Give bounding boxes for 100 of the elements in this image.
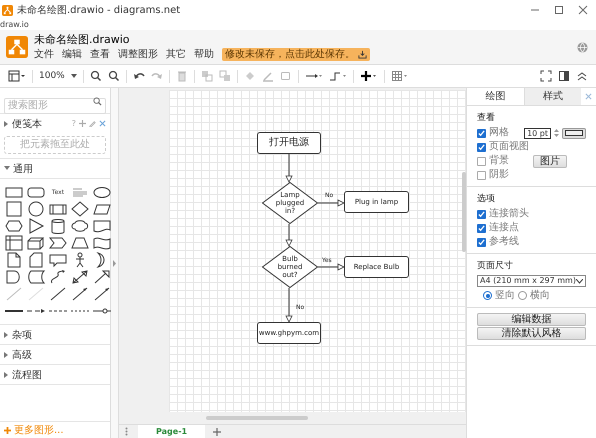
zoom-dropdown[interactable]: 100%: [39, 71, 65, 81]
cube-icon[interactable]: [26, 235, 46, 251]
panel-button[interactable]: 清除默认风格: [477, 327, 586, 340]
menu-item[interactable]: 查看: [90, 48, 110, 61]
checkbox-label[interactable]: 连接点: [489, 222, 519, 234]
arrow-line-icon[interactable]: [92, 286, 112, 302]
radio-button[interactable]: [483, 291, 492, 300]
vertical-scrollbar[interactable]: [462, 172, 466, 252]
horizontal-scrollbar[interactable]: [206, 416, 308, 420]
radio-label[interactable]: 横向: [530, 290, 550, 302]
download-icon: [358, 50, 367, 59]
layout-icon[interactable]: [8, 70, 26, 82]
hexagon-icon[interactable]: [4, 218, 24, 234]
zoom-out-icon[interactable]: [108, 70, 120, 82]
collapse-icon[interactable]: [576, 70, 588, 82]
line-icon[interactable]: [48, 286, 68, 302]
callout-icon[interactable]: [48, 252, 68, 268]
diamond-icon[interactable]: [70, 201, 90, 217]
section-title[interactable]: 便笺本: [12, 116, 42, 130]
cloud-icon[interactable]: [70, 218, 90, 234]
table-icon[interactable]: [390, 70, 409, 82]
section-title[interactable]: 杂项: [12, 328, 32, 342]
section-title[interactable]: 流程图: [12, 368, 42, 382]
checkbox[interactable]: [477, 170, 486, 180]
checkbox[interactable]: [477, 142, 486, 152]
waypoints-icon[interactable]: [328, 70, 347, 82]
paper-size-dropdown[interactable]: A4 (210 mm x 297 mm): [477, 275, 586, 287]
ellipse-icon[interactable]: [92, 184, 112, 200]
radio-button[interactable]: [518, 291, 527, 300]
fill-color-icon[interactable]: [244, 70, 256, 82]
arrow-icon[interactable]: [92, 269, 112, 285]
arrow-line-icon[interactable]: [70, 286, 90, 302]
checkbox-label[interactable]: 页面视图: [489, 141, 529, 153]
section-title[interactable]: 高级: [12, 348, 32, 362]
menu-item[interactable]: 文件: [34, 48, 54, 61]
window-title: 未命名绘图.drawio - diagrams.net: [17, 4, 180, 17]
tape-icon[interactable]: [92, 235, 112, 251]
add-page-icon[interactable]: [213, 428, 222, 436]
trapezoid-icon[interactable]: [70, 235, 90, 251]
splitter-handle-icon[interactable]: [113, 260, 116, 266]
insert-plus-icon[interactable]: [360, 70, 378, 82]
panel-tab[interactable]: 样式: [524, 88, 581, 105]
checkbox-label[interactable]: 网格: [489, 127, 509, 139]
plus-icon[interactable]: [4, 426, 11, 434]
caret-icon[interactable]: [70, 74, 77, 78]
zoom-in-icon[interactable]: [90, 70, 102, 82]
image-button[interactable]: 图片: [533, 154, 567, 168]
square-icon[interactable]: [4, 201, 24, 217]
search-icon: [93, 97, 102, 106]
menu-item[interactable]: 帮助: [194, 48, 214, 61]
menu-item[interactable]: 编辑: [62, 48, 82, 61]
search-field[interactable]: 搜索图形: [4, 98, 106, 114]
connector-arrow[interactable]: [285, 154, 293, 183]
checkbox[interactable]: [477, 128, 486, 138]
menu-item[interactable]: 其它: [166, 48, 186, 61]
line-color-icon[interactable]: [262, 70, 274, 82]
checkbox[interactable]: [477, 156, 486, 166]
data-storage-icon[interactable]: [26, 269, 46, 285]
double-arrow-icon[interactable]: [70, 269, 90, 285]
connector-arrow[interactable]: [285, 224, 293, 247]
panel-button[interactable]: 编辑数据: [477, 313, 586, 326]
radio-label[interactable]: 竖向: [495, 290, 515, 302]
globe-icon[interactable]: [577, 42, 588, 52]
connector-arrow[interactable]: [318, 263, 345, 271]
checkbox-label[interactable]: 连接箭头: [489, 208, 529, 220]
circle-icon[interactable]: [26, 201, 46, 217]
checkbox-label[interactable]: 阴影: [489, 169, 509, 181]
expand-arrow-icon[interactable]: [4, 352, 9, 358]
collapse-arrow-icon[interactable]: [4, 166, 10, 171]
save-notice-button[interactable]: 修改未保存，点击此处保存。: [222, 48, 370, 61]
checkbox[interactable]: [477, 224, 486, 232]
expand-arrow-icon[interactable]: [4, 332, 9, 338]
grid-color-button[interactable]: [562, 128, 586, 138]
close-icon[interactable]: [578, 5, 588, 15]
section-title[interactable]: 通用: [13, 162, 33, 176]
grid-size-field[interactable]: 10 pt: [524, 128, 551, 138]
connector-arrow[interactable]: [318, 199, 345, 207]
file-name[interactable]: 未命名绘图.drawio: [34, 33, 370, 47]
checkbox-label[interactable]: 背景: [489, 155, 509, 167]
page-tab[interactable]: Page-1: [138, 425, 206, 438]
internal-storage-icon[interactable]: [4, 235, 24, 251]
checkbox-label[interactable]: 参考线: [489, 236, 519, 248]
undo-icon[interactable]: [132, 70, 145, 82]
process-box[interactable]: 打开电源: [257, 132, 321, 154]
step-icon[interactable]: [48, 235, 68, 251]
fullscreen-icon[interactable]: [540, 70, 552, 82]
format-panel-icon[interactable]: [558, 70, 570, 82]
pages-menu-icon[interactable]: [125, 427, 128, 436]
connector-arrow[interactable]: [285, 288, 293, 323]
checkbox[interactable]: [477, 238, 486, 246]
menu-item[interactable]: 调整图形: [118, 48, 158, 61]
close-icon[interactable]: [99, 120, 106, 127]
checkbox[interactable]: [477, 210, 486, 218]
expand-arrow-icon[interactable]: [4, 120, 9, 126]
curved-arrow-icon[interactable]: [48, 269, 68, 285]
expand-arrow-icon[interactable]: [4, 372, 9, 378]
address-text: draw.io: [0, 20, 29, 29]
maximize-icon[interactable]: [554, 5, 564, 15]
spinner-icon[interactable]: [554, 128, 559, 138]
document-icon[interactable]: [92, 218, 112, 234]
